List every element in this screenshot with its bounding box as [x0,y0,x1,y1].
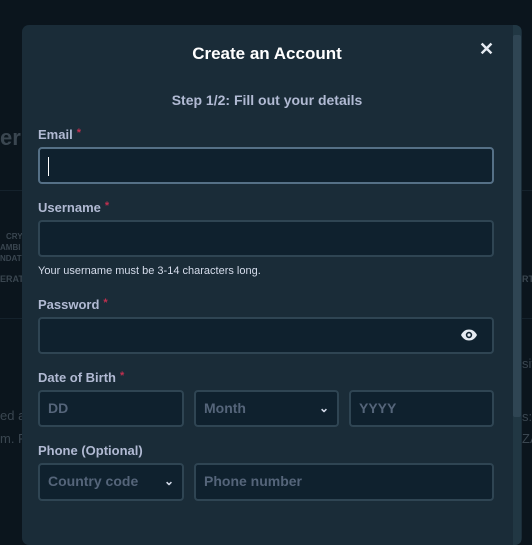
background-text: NDAT [0,254,22,263]
placeholder: Month [204,400,246,416]
username-label: Username * [38,200,110,215]
placeholder: Phone number [204,473,303,489]
email-label: Email * [38,127,81,142]
placeholder: YYYY [359,400,397,416]
password-field[interactable] [38,317,494,354]
eye-icon[interactable] [460,328,478,342]
dob-label: Date of Birth * [38,370,125,385]
background-text: ZA [522,431,532,446]
password-label: Password * [38,297,108,312]
placeholder: Country code [48,473,139,489]
text-caret [48,157,49,176]
scrollbar[interactable] [513,25,521,545]
step-subtitle: Step 1/2: Fill out your details [171,92,363,108]
dob-year-field[interactable]: YYYY [349,390,494,427]
username-field[interactable] [38,220,494,257]
background-text: RT [522,274,532,284]
create-account-modal: Create an Account ✕ Step 1/2: Fill out y… [22,25,522,545]
phone-number-field[interactable]: Phone number [194,463,494,501]
placeholder: DD [48,400,69,416]
country-code-select[interactable]: Country code ⌄ [38,463,184,501]
background-text: s: [522,409,532,424]
email-field[interactable] [38,147,494,184]
background-text: CRY [6,232,23,241]
chevron-down-icon: ⌄ [163,474,174,488]
background-text: sit [522,356,532,371]
background-text: AMBI [0,243,21,252]
background-text: ERAT [0,274,24,284]
close-icon[interactable]: ✕ [479,39,494,60]
dob-month-select[interactable]: Month ⌄ [194,390,339,427]
scrollbar-thumb[interactable] [513,35,521,417]
modal-title: Create an Account [192,44,342,63]
username-help-text: Your username must be 3-14 characters lo… [38,265,261,277]
phone-label: Phone (Optional) [38,443,143,458]
chevron-down-icon: ⌄ [318,401,329,415]
dob-day-field[interactable]: DD [38,390,184,427]
background-text: er [0,125,21,150]
